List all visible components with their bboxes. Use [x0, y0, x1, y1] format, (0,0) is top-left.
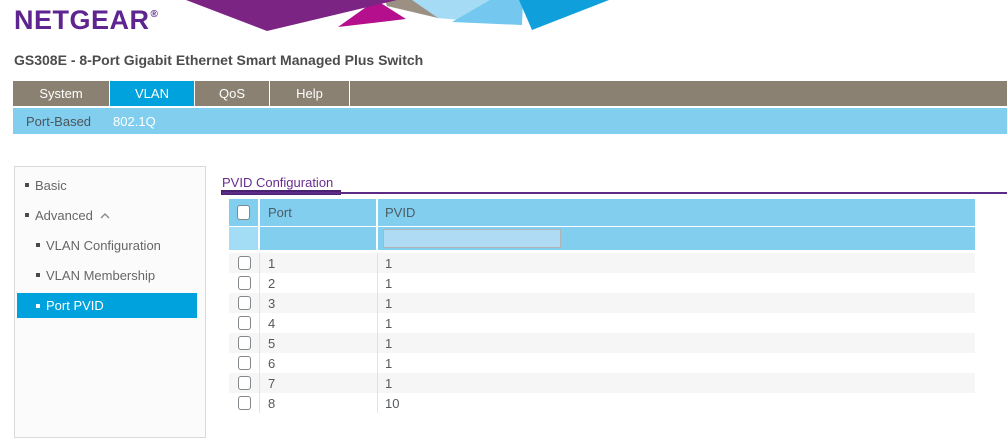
- row-checkbox[interactable]: [238, 396, 251, 410]
- sidebar-item-advanced[interactable]: Advanced: [15, 200, 205, 230]
- vlan-subnav: Port-Based 802.1Q: [13, 108, 1007, 134]
- banner-shape-bright-blue: [519, 0, 609, 30]
- registered-trademark: ®: [151, 9, 159, 20]
- tab-qos[interactable]: QoS: [195, 81, 270, 106]
- port-cell: 5: [260, 333, 378, 353]
- heading-rule: [222, 192, 1007, 194]
- subnav-802-1q[interactable]: 802.1Q: [113, 114, 156, 129]
- row-checkbox-cell: [229, 253, 260, 273]
- pvid-cell: 1: [378, 293, 975, 313]
- port-cell: 8: [260, 393, 378, 413]
- table-row: 11: [229, 253, 975, 273]
- filter-checkbox-cell: [229, 227, 260, 250]
- subnav-port-based[interactable]: Port-Based: [26, 114, 91, 129]
- row-checkbox[interactable]: [238, 276, 251, 290]
- pvid-cell: 1: [378, 253, 975, 273]
- bullet-icon: [36, 243, 40, 247]
- sidebar-item-port-pvid[interactable]: Port PVID: [17, 293, 197, 318]
- sidebar-item-basic[interactable]: Basic: [15, 170, 205, 200]
- sidebar-item-label: Basic: [35, 178, 67, 193]
- pvid-cell: 1: [378, 273, 975, 293]
- table-row: 810: [229, 393, 975, 413]
- port-cell: 7: [260, 373, 378, 393]
- row-checkbox[interactable]: [238, 296, 251, 310]
- sidebar-item-label: Port PVID: [46, 298, 104, 313]
- bullet-icon: [36, 273, 40, 277]
- row-checkbox-cell: [229, 373, 260, 393]
- chevron-up-icon: [100, 213, 110, 219]
- section-heading: PVID Configuration: [222, 175, 333, 190]
- tab-vlan[interactable]: VLAN: [110, 81, 195, 106]
- sidebar-item-vlan-membership[interactable]: VLAN Membership: [15, 260, 205, 290]
- header-checkbox-cell: [229, 199, 260, 226]
- main-nav: System VLAN QoS Help: [13, 81, 1007, 106]
- sidebar-item-label: Advanced: [35, 208, 93, 223]
- port-cell: 1: [260, 253, 378, 273]
- tab-help[interactable]: Help: [270, 81, 350, 106]
- page-title: GS308E - 8-Port Gigabit Ethernet Smart M…: [14, 52, 423, 68]
- table-body: 11213141516171810: [229, 253, 975, 413]
- sidebar-item-vlan-configuration[interactable]: VLAN Configuration: [15, 230, 205, 260]
- row-checkbox[interactable]: [238, 316, 251, 330]
- netgear-switch-admin-page: NETGEAR® GS308E - 8-Port Gigabit Etherne…: [0, 0, 1007, 439]
- table-row: 71: [229, 373, 975, 393]
- bullet-icon: [25, 213, 29, 217]
- row-checkbox-cell: [229, 393, 260, 413]
- row-checkbox-cell: [229, 333, 260, 353]
- sidebar-item-label: VLAN Membership: [46, 268, 155, 283]
- netgear-logo: NETGEAR®: [14, 5, 158, 36]
- pvid-cell: 10: [378, 393, 975, 413]
- bullet-icon: [25, 183, 29, 187]
- column-header-pvid: PVID: [378, 199, 975, 226]
- tab-system[interactable]: System: [13, 81, 110, 106]
- pvid-cell: 1: [378, 333, 975, 353]
- table-header-row: Port PVID: [229, 199, 975, 227]
- pvid-cell: 1: [378, 353, 975, 373]
- filter-port-cell: [260, 227, 378, 250]
- table-row: 41: [229, 313, 975, 333]
- sidebar: Basic Advanced VLAN Configuration VLAN M…: [14, 166, 206, 438]
- pvid-cell: 1: [378, 313, 975, 333]
- filter-pvid-cell: [378, 227, 975, 250]
- netgear-logo-text: NETGEAR: [14, 5, 150, 35]
- port-cell: 6: [260, 353, 378, 373]
- pvid-edit-input[interactable]: [383, 229, 561, 248]
- sidebar-item-label: VLAN Configuration: [46, 238, 161, 253]
- pvid-table: Port PVID 11213141516171810: [229, 199, 975, 413]
- table-row: 21: [229, 273, 975, 293]
- pvid-cell: 1: [378, 373, 975, 393]
- port-cell: 4: [260, 313, 378, 333]
- port-cell: 3: [260, 293, 378, 313]
- row-checkbox[interactable]: [238, 376, 251, 390]
- table-filter-row: [229, 227, 975, 250]
- row-checkbox[interactable]: [238, 356, 251, 370]
- row-checkbox-cell: [229, 273, 260, 293]
- table-row: 31: [229, 293, 975, 313]
- row-checkbox-cell: [229, 313, 260, 333]
- select-all-checkbox[interactable]: [237, 205, 250, 220]
- table-row: 51: [229, 333, 975, 353]
- row-checkbox-cell: [229, 353, 260, 373]
- bullet-icon: [36, 304, 40, 308]
- column-header-port: Port: [260, 199, 378, 226]
- port-cell: 2: [260, 273, 378, 293]
- row-checkbox[interactable]: [238, 256, 251, 270]
- row-checkbox[interactable]: [238, 336, 251, 350]
- table-row: 61: [229, 353, 975, 373]
- row-checkbox-cell: [229, 293, 260, 313]
